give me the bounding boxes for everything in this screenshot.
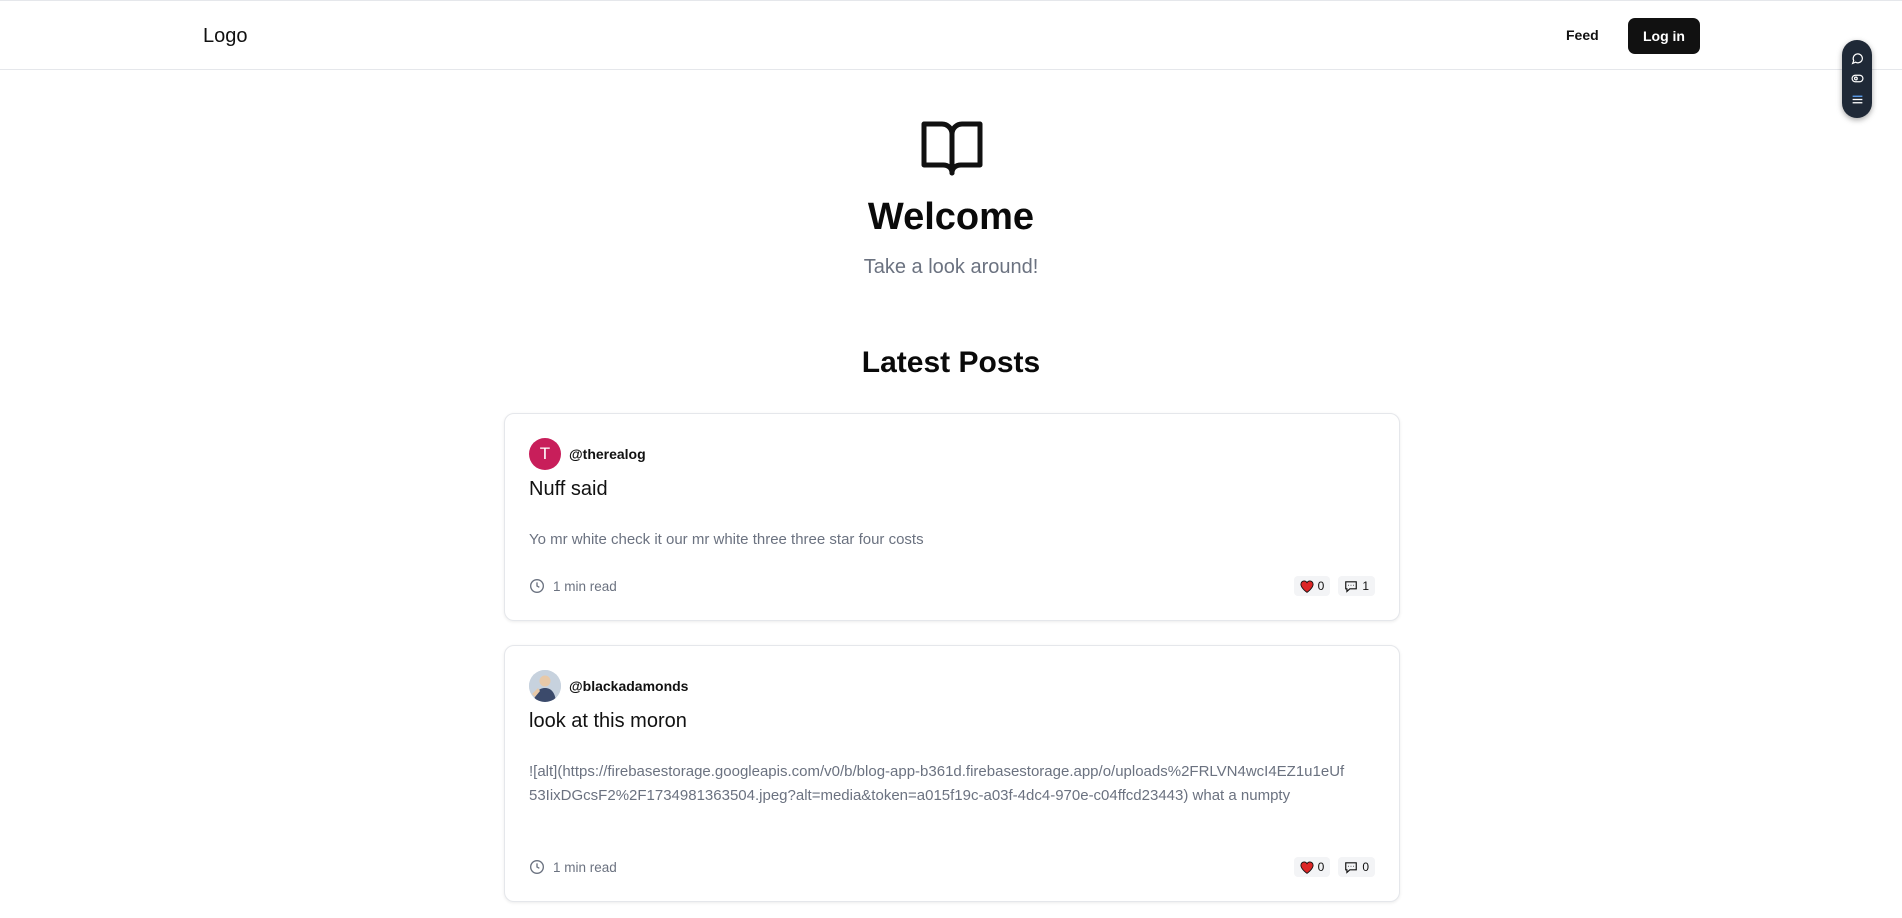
read-time: 1 min read <box>529 578 617 594</box>
page-title: Welcome <box>867 196 1035 238</box>
chat-bubble-icon[interactable] <box>1849 50 1865 66</box>
like-button[interactable]: 0 <box>1293 576 1331 596</box>
clock-icon <box>529 859 545 875</box>
post-author[interactable]: T @therealog <box>529 438 646 470</box>
heart-icon <box>1300 861 1314 874</box>
author-handle[interactable]: @blackadamonds <box>569 678 688 694</box>
eye-icon[interactable] <box>1849 71 1865 87</box>
login-button[interactable]: Log in <box>1628 18 1700 54</box>
comment-count: 1 <box>1362 579 1369 593</box>
post-card[interactable]: @blackadamonds look at this moron ![alt]… <box>504 645 1400 902</box>
like-count: 0 <box>1317 860 1325 874</box>
like-button[interactable]: 0 <box>1293 857 1331 877</box>
nav-feed-link[interactable]: Feed <box>1566 27 1599 43</box>
latest-posts-heading: Latest Posts <box>861 346 1041 379</box>
post-stats: 0 1 <box>1286 576 1375 596</box>
read-time-label: 1 min read <box>553 578 617 594</box>
floating-tool-panel <box>1842 40 1872 118</box>
post-card[interactable]: T @therealog Nuff said Yo mr white check… <box>504 413 1400 621</box>
avatar <box>529 670 561 702</box>
post-footer: 1 min read 0 0 <box>529 857 1375 877</box>
comment-count: 0 <box>1362 860 1369 874</box>
read-time-label: 1 min read <box>553 859 617 875</box>
page-subtitle: Take a look around! <box>863 256 1039 278</box>
post-excerpt: Yo mr white check it our mr white three … <box>529 531 924 548</box>
comment-button[interactable]: 0 <box>1338 857 1375 877</box>
comment-icon <box>1345 580 1358 593</box>
open-book-icon <box>920 118 984 178</box>
post-stats: 0 0 <box>1286 857 1375 877</box>
list-icon[interactable] <box>1849 92 1865 108</box>
read-time: 1 min read <box>529 859 617 875</box>
like-count: 0 <box>1317 579 1325 593</box>
post-title[interactable]: Nuff said <box>529 478 608 501</box>
post-excerpt: ![alt](https://firebasestorage.googleapi… <box>529 763 1345 804</box>
logo[interactable]: Logo <box>203 25 248 48</box>
heart-icon <box>1300 580 1314 593</box>
post-footer: 1 min read 0 1 <box>529 576 1375 596</box>
comment-icon <box>1345 861 1358 874</box>
comment-button[interactable]: 1 <box>1338 576 1375 596</box>
author-handle[interactable]: @therealog <box>569 446 646 462</box>
top-navbar: Logo Feed Log in <box>0 0 1902 70</box>
post-title[interactable]: look at this moron <box>529 710 687 733</box>
post-author[interactable]: @blackadamonds <box>529 670 688 702</box>
clock-icon <box>529 578 545 594</box>
avatar: T <box>529 438 561 470</box>
